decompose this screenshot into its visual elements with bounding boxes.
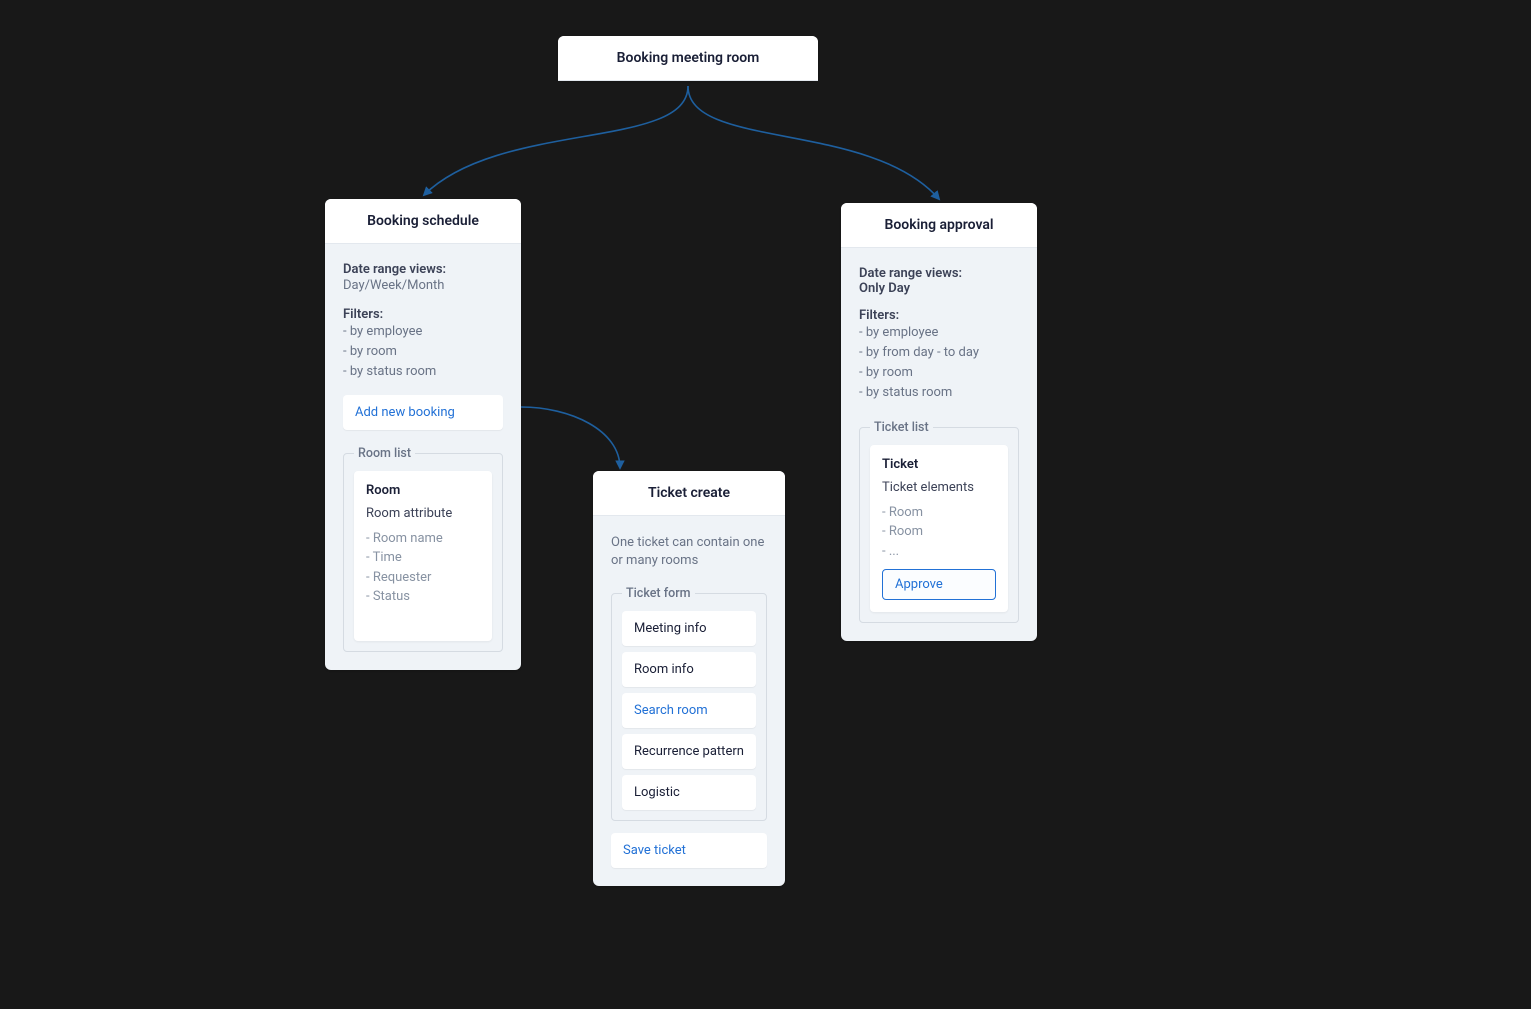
node-booking-schedule[interactable]: Booking schedule Date range views: Day/W…: [325, 199, 521, 670]
filter-item: - by status room: [343, 362, 503, 382]
node-body: Date range views: Day/Week/Month Filters…: [325, 244, 521, 670]
save-ticket-button[interactable]: Save ticket: [611, 833, 767, 868]
ticket-element-item: - ...: [882, 542, 996, 562]
room-attr-item: - Room name: [366, 529, 480, 549]
ticket-list-group: Ticket list Ticket Ticket elements - Roo…: [859, 420, 1019, 624]
field-logistic[interactable]: Logistic: [622, 775, 756, 810]
filters-list: - by employee - by from day - to day - b…: [859, 323, 1019, 404]
ticket-form-legend: Ticket form: [622, 586, 695, 601]
room-attr-label: Room attribute: [366, 506, 480, 521]
filter-item: - by employee: [859, 323, 1019, 343]
ticket-form-group: Ticket form Meeting info Room info Searc…: [611, 586, 767, 821]
room-attr-item: - Requester: [366, 568, 480, 588]
ticket-list-legend: Ticket list: [870, 420, 933, 435]
field-room-info[interactable]: Room info: [622, 652, 756, 687]
room-attr-item: - Status: [366, 587, 480, 607]
filter-item: - by room: [343, 342, 503, 362]
room-card[interactable]: Room Room attribute - Room name - Time -…: [354, 471, 492, 641]
filters-label: Filters:: [859, 308, 1019, 323]
filter-item: - by room: [859, 363, 1019, 383]
field-meeting-info[interactable]: Meeting info: [622, 611, 756, 646]
ticket-element-item: - Room: [882, 522, 996, 542]
node-booking-approval[interactable]: Booking approval Date range views: Only …: [841, 203, 1037, 641]
date-range-value: Day/Week/Month: [343, 277, 503, 295]
diagram-canvas: Booking meeting room Booking schedule Da…: [0, 0, 1531, 1009]
ticket-card[interactable]: Ticket Ticket elements - Room - Room - .…: [870, 445, 1008, 613]
filters-label: Filters:: [343, 307, 503, 322]
room-attr-item: - Time: [366, 548, 480, 568]
ticket-card-title: Ticket: [882, 457, 996, 472]
ticket-element-item: - Room: [882, 503, 996, 523]
node-title: Booking approval: [841, 203, 1037, 248]
node-body: One ticket can contain one or many rooms…: [593, 516, 785, 886]
date-range-label: Date range views:: [859, 266, 1019, 281]
filter-item: - by from day - to day: [859, 343, 1019, 363]
node-title: Booking schedule: [325, 199, 521, 244]
ticket-description: One ticket can contain one or many rooms: [611, 534, 767, 570]
node-body: Date range views: Only Day Filters: - by…: [841, 248, 1037, 641]
date-range-value: Only Day: [859, 281, 1019, 296]
filters-list: - by employee - by room - by status room: [343, 322, 503, 382]
room-list-group: Room list Room Room attribute - Room nam…: [343, 446, 503, 652]
room-list-legend: Room list: [354, 446, 415, 461]
node-booking-meeting-room[interactable]: Booking meeting room: [558, 36, 818, 81]
add-booking-button[interactable]: Add new booking: [343, 395, 503, 430]
node-title: Booking meeting room: [558, 36, 818, 81]
field-recurrence-pattern[interactable]: Recurrence pattern: [622, 734, 756, 769]
filter-item: - by status room: [859, 383, 1019, 403]
filter-item: - by employee: [343, 322, 503, 342]
node-title: Ticket create: [593, 471, 785, 516]
approve-button[interactable]: Approve: [882, 569, 996, 600]
node-ticket-create[interactable]: Ticket create One ticket can contain one…: [593, 471, 785, 886]
date-range-label: Date range views:: [343, 262, 503, 277]
field-search-room[interactable]: Search room: [622, 693, 756, 728]
room-card-title: Room: [366, 483, 480, 498]
ticket-elements-label: Ticket elements: [882, 480, 996, 495]
